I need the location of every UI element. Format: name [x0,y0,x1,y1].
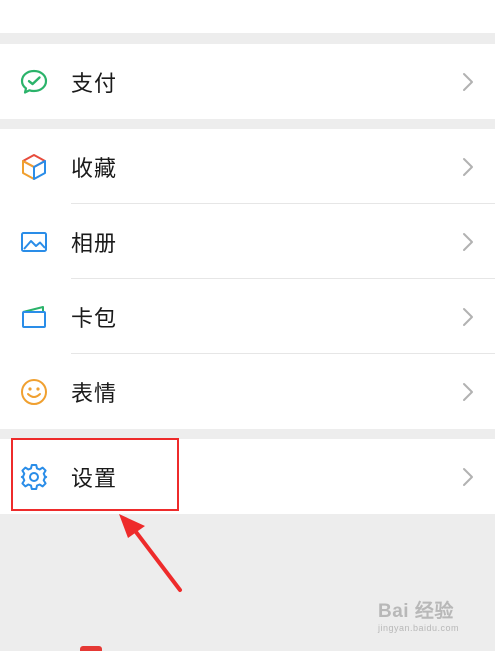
menu-item-settings[interactable]: 设置 [0,439,495,514]
chevron-right-icon [463,382,473,401]
settings-group: 设置 [0,439,495,514]
top-card [0,0,495,33]
menu-item-favorites[interactable]: 收藏 [0,129,495,204]
wechat-pay-icon [19,67,49,97]
menu-item-album-label: 相册 [71,231,118,257]
menu-item-album[interactable]: 相册 [0,204,495,279]
chevron-right-icon [463,467,473,486]
pay-group: 支付 [0,44,495,119]
menu-item-favorites-label: 收藏 [71,156,118,182]
wechat-me-menu-screen: 支付 收藏 相册 卡包 表情 设置 Bai 经验 jingyan.baidu.c… [0,0,495,651]
watermark-main: Bai 经验 [378,601,454,622]
menu-item-cards[interactable]: 卡包 [0,279,495,354]
gear-icon [19,462,49,492]
album-icon [19,227,49,257]
baidu-jingyan-watermark: Bai 经验 jingyan.baidu.com [378,596,488,636]
menu-item-cards-label: 卡包 [71,306,118,332]
watermark-sub: jingyan.baidu.com [378,623,460,633]
chevron-right-icon [463,307,473,326]
chevron-right-icon [463,157,473,176]
menu-item-pay[interactable]: 支付 [0,44,495,119]
favorites-cube-icon [19,152,49,182]
services-group: 收藏 相册 卡包 表情 [0,129,495,429]
menu-item-settings-label: 设置 [71,466,118,492]
chevron-right-icon [463,72,473,91]
menu-item-stickers[interactable]: 表情 [0,354,495,429]
menu-item-stickers-label: 表情 [71,381,118,407]
menu-item-pay-label: 支付 [71,71,118,97]
bottom-partial-icon [80,646,102,651]
card-wallet-icon [19,302,49,332]
chevron-right-icon [463,232,473,251]
smiley-icon [19,377,49,407]
